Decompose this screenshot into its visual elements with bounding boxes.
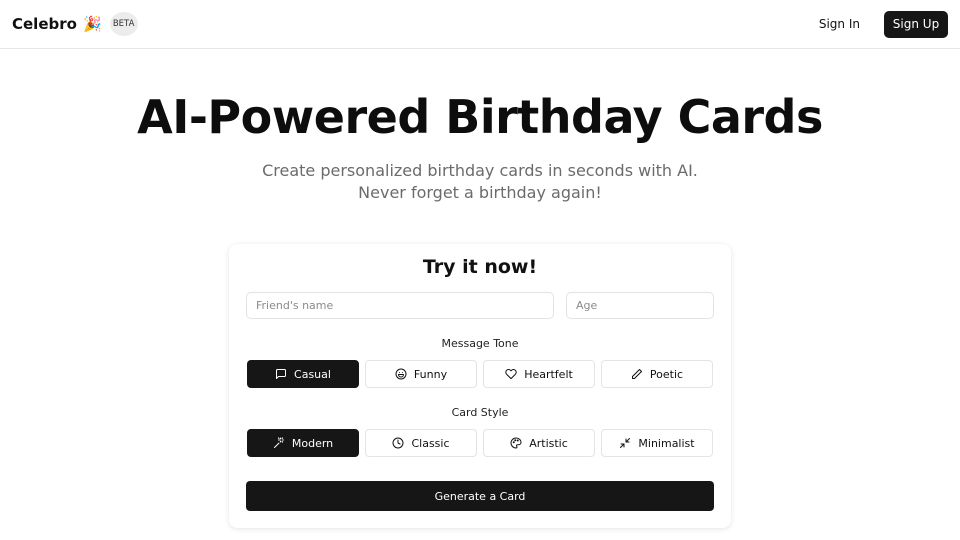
tone-poetic-button[interactable]: Poetic: [601, 360, 713, 388]
generate-card-button[interactable]: Generate a Card: [246, 481, 714, 511]
style-label: Modern: [291, 436, 334, 450]
style-label: Classic: [411, 436, 450, 450]
card-title: Try it now!: [422, 256, 538, 278]
heart-icon: [505, 368, 517, 380]
sign-up-button[interactable]: Sign Up: [884, 10, 948, 38]
card-style-label: Card Style: [451, 406, 509, 419]
try-it-card: Try it now! Message Tone Casual Funny He…: [229, 244, 731, 528]
hero-subtitle: Create personalized birthday cards in se…: [262, 161, 698, 202]
hero-title: AI-Powered Birthday Cards: [137, 90, 823, 144]
site-header: Celebro 🎉 BETA Sign In Sign Up: [0, 0, 960, 49]
tone-funny-button[interactable]: Funny: [365, 360, 477, 388]
sign-in-button[interactable]: Sign In: [813, 11, 866, 37]
style-classic-button[interactable]: Classic: [365, 429, 477, 457]
style-modern-button[interactable]: Modern: [247, 429, 359, 457]
message-tone-label: Message Tone: [441, 337, 519, 350]
pencil-icon: [631, 368, 643, 380]
tone-label: Casual: [294, 367, 331, 381]
age-input[interactable]: [566, 292, 714, 319]
chat-bubble-icon: [275, 368, 287, 380]
tone-label: Poetic: [649, 367, 684, 381]
clock-icon: [392, 437, 404, 449]
tone-heartfelt-button[interactable]: Heartfelt: [483, 360, 595, 388]
beta-badge: BETA: [109, 12, 138, 36]
message-tone-options: Casual Funny Heartfelt Poetic: [247, 360, 713, 388]
party-popper-icon: 🎉: [82, 15, 102, 33]
tone-casual-button[interactable]: Casual: [247, 360, 359, 388]
minimize-icon: [619, 437, 631, 449]
friend-name-input[interactable]: [246, 292, 554, 319]
style-minimalist-button[interactable]: Minimalist: [601, 429, 713, 457]
tone-label: Funny: [413, 367, 448, 381]
card-style-options: Modern Classic Artistic Minimalist: [247, 429, 713, 457]
brand-name: Celebro: [12, 15, 77, 33]
brand[interactable]: Celebro 🎉 BETA: [12, 12, 138, 36]
sparkle-wand-icon: [273, 437, 285, 449]
auth-actions: Sign In Sign Up: [813, 10, 948, 38]
style-artistic-button[interactable]: Artistic: [483, 429, 595, 457]
laugh-face-icon: [395, 368, 407, 380]
style-label: Artistic: [529, 436, 568, 450]
palette-icon: [510, 437, 522, 449]
style-label: Minimalist: [638, 436, 695, 450]
tone-label: Heartfelt: [524, 367, 573, 381]
